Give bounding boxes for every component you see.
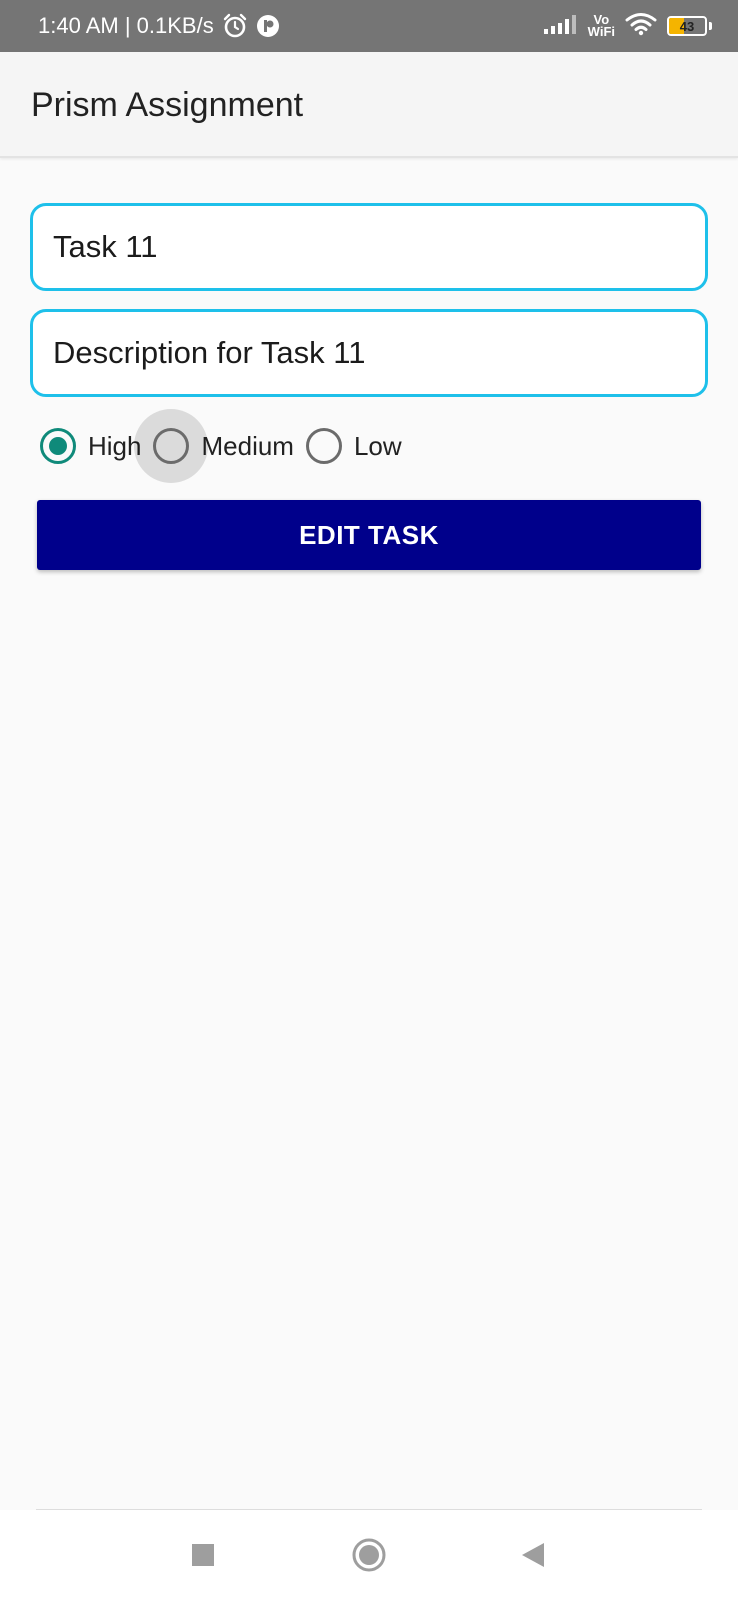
app-notification-icon: [256, 14, 280, 38]
status-time-speed: 1:40 AM | 0.1KB/s: [38, 13, 214, 38]
status-bar: 1:40 AM | 0.1KB/s Vo WiFi 43: [0, 0, 738, 52]
task-description-input[interactable]: [53, 335, 705, 371]
status-left: 1:40 AM | 0.1KB/s: [38, 13, 280, 39]
alarm-icon: [222, 13, 248, 39]
battery-tip: [709, 22, 712, 30]
battery-level: 43: [679, 18, 695, 34]
task-title-input[interactable]: [53, 229, 705, 265]
edit-task-button[interactable]: EDIT TASK: [37, 500, 701, 570]
radio-low[interactable]: [305, 428, 342, 464]
priority-medium-label: Medium: [201, 430, 294, 461]
battery-icon: 43: [667, 16, 707, 36]
vowifi-indicator: Vo WiFi: [587, 13, 615, 39]
navigation-bar: [0, 1510, 738, 1600]
signal-icon: [543, 14, 578, 39]
priority-medium-option[interactable]: Medium: [134, 409, 294, 483]
task-description-field[interactable]: [30, 309, 708, 397]
back-icon[interactable]: [510, 1532, 556, 1578]
app-bar: Prism Assignment: [0, 52, 738, 158]
task-title-field[interactable]: [30, 203, 708, 291]
home-icon[interactable]: [346, 1532, 392, 1578]
wifi-icon: [625, 12, 657, 41]
page-title: Prism Assignment: [31, 86, 304, 124]
priority-low-label: Low: [353, 430, 402, 461]
priority-high-label: High: [88, 430, 142, 461]
priority-radio-group: High Medium Low: [40, 409, 402, 483]
recents-icon[interactable]: [180, 1532, 226, 1578]
vowifi-bottom: WiFi: [587, 24, 615, 39]
priority-low-option[interactable]: Low: [305, 428, 402, 464]
priority-high-option[interactable]: High: [40, 428, 141, 464]
radio-medium-wrapper[interactable]: [134, 409, 209, 483]
radio-high[interactable]: [40, 428, 76, 464]
status-right: Vo WiFi 43: [543, 12, 712, 41]
